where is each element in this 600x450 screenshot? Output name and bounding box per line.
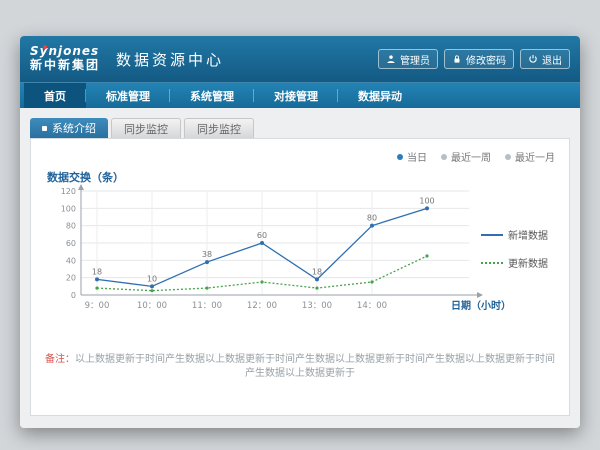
svg-text:0: 0 <box>71 291 76 300</box>
svg-text:40: 40 <box>66 256 76 265</box>
power-icon <box>528 54 538 64</box>
nav-item-5[interactable]: 数据异动 <box>338 83 422 108</box>
svg-text:9：00: 9：00 <box>85 301 110 311</box>
tab-label: 同步监控 <box>124 121 168 137</box>
logo-subtitle: 新中新集团 <box>30 59 100 73</box>
admin-button[interactable]: 管理员 <box>378 49 438 69</box>
svg-text:60: 60 <box>66 239 76 248</box>
series-label: 新增数据 <box>508 227 548 242</box>
filter-1[interactable]: 当日 <box>397 149 427 164</box>
x-axis-title: 日期（小时） <box>451 297 511 312</box>
svg-text:100: 100 <box>61 204 76 213</box>
footnote: 备注：以上数据更新于时间产生数据以上数据更新于时间产生数据以上数据更新于时间产生… <box>41 353 559 381</box>
logout-button[interactable]: 退出 <box>520 49 570 69</box>
series-legend-2[interactable]: 更新数据 <box>481 255 559 270</box>
filter-label: 当日 <box>407 149 427 164</box>
svg-text:12：00: 12：00 <box>247 301 277 311</box>
range-filter-legend: 当日 最近一周 最近一月 <box>397 149 555 164</box>
main-nav: 首页标准管理系统管理对接管理数据异动 <box>20 82 580 108</box>
tab-2[interactable]: 同步监控 <box>111 118 181 138</box>
filter-label: 最近一周 <box>451 149 491 164</box>
tab-1[interactable]: 系统介绍 <box>30 118 108 138</box>
series-label: 更新数据 <box>508 255 548 270</box>
chart-panel: 当日最近一周最近一月 数据交换（条） 0204060801001209：0010… <box>30 138 570 416</box>
svg-text:14：00: 14：00 <box>357 301 387 311</box>
app-window: Synjones 新中新集团 数据资源中心 管理员修改密码退出 首页标准管理系统… <box>20 36 580 428</box>
svg-text:80: 80 <box>367 214 377 223</box>
footnote-prefix: 备注： <box>45 354 75 365</box>
svg-text:120: 120 <box>61 187 76 196</box>
tab-bullet-icon <box>42 126 47 131</box>
svg-text:38: 38 <box>202 250 212 259</box>
user-icon <box>386 54 396 64</box>
filter-dot-icon <box>505 154 511 160</box>
logout-button-label: 退出 <box>542 52 562 67</box>
svg-text:60: 60 <box>257 231 267 240</box>
nav-item-2[interactable]: 标准管理 <box>86 83 170 108</box>
svg-text:10: 10 <box>147 274 157 283</box>
nav-item-1[interactable]: 首页 <box>24 83 86 108</box>
filter-label: 最近一月 <box>515 149 555 164</box>
series-line-sample-icon <box>481 262 503 264</box>
svg-text:18: 18 <box>312 267 322 276</box>
footnote-text: 以上数据更新于时间产生数据以上数据更新于时间产生数据以上数据更新于时间产生数据以… <box>75 354 555 379</box>
tab-label: 同步监控 <box>197 121 241 137</box>
filter-3[interactable]: 最近一月 <box>505 149 555 164</box>
company-logo: Synjones 新中新集团 <box>30 45 100 73</box>
logo-title: Synjones <box>30 45 100 59</box>
tab-bar: 系统介绍 同步监控 同步监控 <box>30 118 570 138</box>
svg-text:18: 18 <box>92 267 102 276</box>
svg-text:20: 20 <box>66 274 76 283</box>
series-legend-1[interactable]: 新增数据 <box>481 227 559 242</box>
svg-text:80: 80 <box>66 222 76 231</box>
lock-icon <box>452 54 462 64</box>
filter-dot-icon <box>441 154 447 160</box>
filter-2[interactable]: 最近一周 <box>441 149 491 164</box>
svg-text:11：00: 11：00 <box>192 301 222 311</box>
filter-dot-icon <box>397 154 403 160</box>
app-header: Synjones 新中新集团 数据资源中心 管理员 修改密码 退出 <box>20 36 580 82</box>
tab-label: 系统介绍 <box>52 120 96 136</box>
series-line-sample-icon <box>481 234 503 236</box>
tab-3[interactable]: 同步监控 <box>184 118 254 138</box>
svg-text:10：00: 10：00 <box>137 301 167 311</box>
change-password-button-label: 修改密码 <box>466 52 506 67</box>
nav-item-4[interactable]: 对接管理 <box>254 83 338 108</box>
change-password-button[interactable]: 修改密码 <box>444 49 514 69</box>
exchange-line-chart: 0 20 40 60 80 100 120 9：00 10：00 11：00 12：00 13：00 1… <box>39 183 499 323</box>
admin-button-label: 管理员 <box>400 52 430 67</box>
svg-text:100: 100 <box>419 196 434 205</box>
nav-item-3[interactable]: 系统管理 <box>170 83 254 108</box>
content-area: 系统介绍同步监控同步监控 当日最近一周最近一月 数据交换（条） 02040608… <box>20 108 580 428</box>
svg-text:13：00: 13：00 <box>302 301 332 311</box>
page-title: 数据资源中心 <box>116 49 224 70</box>
series-legend: 新增数据更新数据 <box>481 227 559 270</box>
header-actions: 管理员 修改密码 退出 <box>378 49 570 69</box>
